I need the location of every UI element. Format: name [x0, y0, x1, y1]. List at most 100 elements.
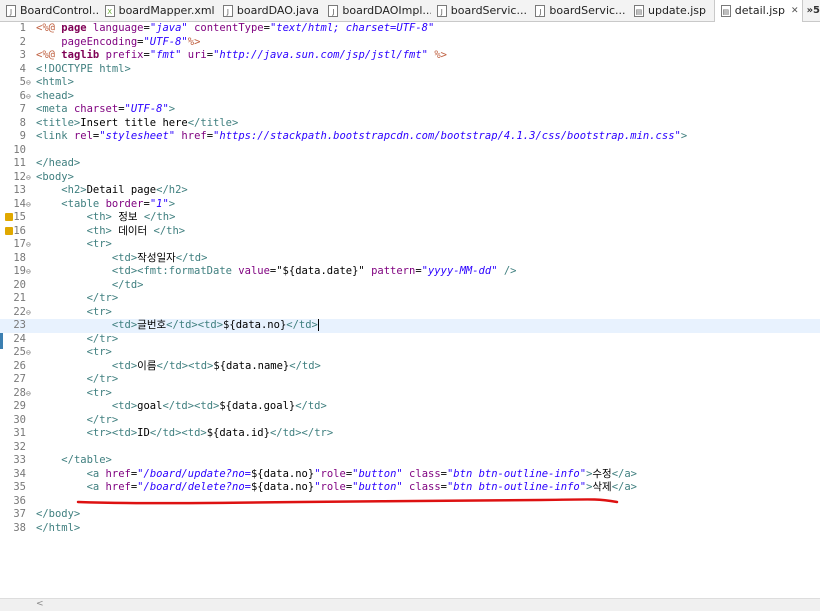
code-line[interactable]: 4 <!DOCTYPE html> — [0, 63, 820, 77]
line-number: 17 — [13, 238, 26, 250]
code-line[interactable]: 32 — [0, 441, 820, 455]
tab-3[interactable]: JboardDAOImpl... — [322, 0, 431, 22]
code-line[interactable]: 30 </tr> — [0, 414, 820, 428]
code-line[interactable]: 14 ⊖ <table border="1"> — [0, 198, 820, 212]
code-token: "btn btn-outline-info" — [446, 481, 587, 493]
code-token: 이름 — [137, 359, 157, 372]
code-token: <%@ — [36, 22, 62, 34]
line-number: 20 — [13, 278, 26, 291]
tab-6[interactable]: ▤ update.jsp — [628, 0, 714, 22]
code-line[interactable]: 24 </tr> — [0, 333, 820, 347]
tab-4[interactable]: JboardServic... — [431, 0, 530, 22]
warning-icon[interactable] — [5, 213, 13, 221]
code-line[interactable]: 3 <%@ taglib prefix="fmt" uri="http://jav… — [0, 49, 820, 63]
code-token: </tr> — [86, 413, 119, 426]
code-text: </table> — [36, 454, 112, 468]
code-line[interactable]: 34 <a href="/board/update?no=${data.no}"… — [0, 468, 820, 482]
warning-icon[interactable] — [5, 226, 13, 235]
code-line[interactable]: 19 ⊖ <td><fmt:formatDate value="${data.da… — [0, 265, 820, 279]
code-line[interactable]: 11 </head> — [0, 157, 820, 171]
fold-toggle-icon[interactable]: ⊖ — [26, 306, 31, 320]
close-tab-icon[interactable]: ✕ — [791, 6, 799, 16]
tab-overflow-button[interactable]: »5 — [807, 5, 820, 16]
code-line[interactable]: 22 ⊖ <tr> — [0, 306, 820, 320]
fold-toggle-icon[interactable]: ⊖ — [26, 76, 31, 90]
code-line[interactable]: 13 <h2>Detail page</h2> — [0, 184, 820, 198]
code-line[interactable]: 18 <td>작성일자</td> — [0, 252, 820, 266]
tab-2[interactable]: JboardDAO.java — [217, 0, 322, 22]
code-line[interactable]: 6 ⊖ <head> — [0, 90, 820, 104]
line-number: 22 — [13, 305, 26, 318]
code-text: </head> — [36, 157, 80, 171]
line-number: 21 — [13, 292, 26, 304]
code-token: </td></tr> — [269, 427, 334, 439]
fold-toggle-icon[interactable]: ⊖ — [26, 198, 31, 212]
code-token: <head> — [36, 89, 74, 102]
code-line[interactable]: 37 </body> — [0, 508, 820, 522]
code-line[interactable]: 20 </td> — [0, 279, 820, 293]
code-text: </tr> — [36, 373, 119, 387]
fold-toggle-icon[interactable]: ⊖ — [26, 265, 31, 279]
code-line[interactable]: 2 pageEncoding="UTF-8"%> — [0, 36, 820, 50]
tab-0[interactable]: J BoardControl... — [0, 0, 99, 22]
code-line[interactable]: 8 <title>Insert title here</title> — [0, 117, 820, 131]
code-token: pageEncoding — [61, 35, 138, 48]
code-token: </tr> — [86, 332, 119, 345]
fold-toggle-icon[interactable]: ⊖ — [26, 238, 31, 252]
code-line[interactable]: 10 — [0, 144, 820, 158]
code-line[interactable]: 35 <a href="/board/delete?no=${data.no}"… — [0, 481, 820, 495]
code-line[interactable]: 29 <td>goal</td><td>${data.goal}</td> — [0, 400, 820, 414]
fold-toggle-icon[interactable]: ⊖ — [26, 171, 31, 185]
code-token: <tr> — [86, 305, 112, 318]
code-line[interactable]: 9 <link rel="stylesheet" href="https://st… — [0, 130, 820, 144]
code-line[interactable]: 27 </tr> — [0, 373, 820, 387]
code-token: <tr> — [86, 346, 112, 358]
code-line[interactable]: 12 ⊖ <body> — [0, 171, 820, 185]
fold-toggle-icon[interactable]: ⊖ — [26, 387, 31, 401]
code-line[interactable]: 28 ⊖ <tr> — [0, 387, 820, 401]
code-line[interactable]: 26 <td>이름</td><td>${data.name}</td> — [0, 360, 820, 374]
horizontal-scrollbar[interactable]: < — [0, 598, 820, 611]
tab-5[interactable]: JboardServic... — [529, 0, 628, 22]
code-text: <body> — [36, 171, 74, 185]
fold-toggle-icon[interactable]: ⊖ — [26, 346, 31, 360]
line-number: 37 — [13, 508, 26, 520]
code-token: "yyyy-MM-dd" — [421, 265, 498, 277]
tab-label: detail.jsp — [734, 4, 785, 17]
code-line[interactable]: 23 <td>글번호</td><td>${data.no}</td> — [0, 319, 820, 333]
code-token: href — [181, 130, 207, 142]
code-token: "/board/update?no= — [137, 467, 251, 480]
code-token: </td><td> — [156, 359, 214, 372]
tab-7[interactable]: ▤ detail.jsp ✕ — [713, 0, 803, 22]
code-text: </body> — [36, 508, 80, 522]
scroll-left-icon[interactable]: < — [36, 599, 44, 609]
code-line[interactable]: 16 <th> 데이터 </th> — [0, 225, 820, 239]
code-line[interactable]: 5 ⊖ <html> — [0, 76, 820, 90]
code-line[interactable]: 38 </html> — [0, 522, 820, 536]
code-token: ${data.no} — [250, 481, 315, 493]
code-token: "button" — [352, 481, 403, 493]
tab-1[interactable]: XboardMapper.xml — [99, 0, 217, 22]
code-line[interactable]: 17 ⊖ <tr> — [0, 238, 820, 252]
code-text: <link rel="stylesheet" href="https://sta… — [36, 130, 687, 144]
code-token: </td><td> — [149, 427, 207, 439]
code-line[interactable]: 15 <th> 정보 </th> — [0, 211, 820, 225]
code-line[interactable]: 31 <tr><td>ID</td><td>${data.id}</td></t… — [0, 427, 820, 441]
code-token: </h2> — [156, 184, 188, 196]
code-line[interactable]: 1 <%@ page language="java" contentType="t… — [0, 22, 820, 36]
code-token: %> — [187, 35, 201, 48]
code-line[interactable]: 21 </tr> — [0, 292, 820, 306]
jsp-file-icon: ▤ — [720, 4, 731, 17]
code-line[interactable]: 7 <meta charset="UTF-8"> — [0, 103, 820, 117]
code-line[interactable]: 25 ⊖ <tr> — [0, 346, 820, 360]
code-token: <meta — [36, 103, 74, 115]
code-line[interactable]: 33 </table> — [0, 454, 820, 468]
code-line[interactable]: 36 — [0, 495, 820, 509]
code-text: </html> — [36, 522, 80, 536]
code-editor[interactable]: 1 <%@ page language="java" contentType="t… — [0, 22, 820, 600]
fold-toggle-icon[interactable]: ⊖ — [26, 90, 31, 104]
code-text: <td>글번호</td><td>${data.no}</td> — [36, 319, 319, 333]
line-number: 2 — [19, 35, 26, 48]
code-text: <tr> — [36, 238, 112, 252]
